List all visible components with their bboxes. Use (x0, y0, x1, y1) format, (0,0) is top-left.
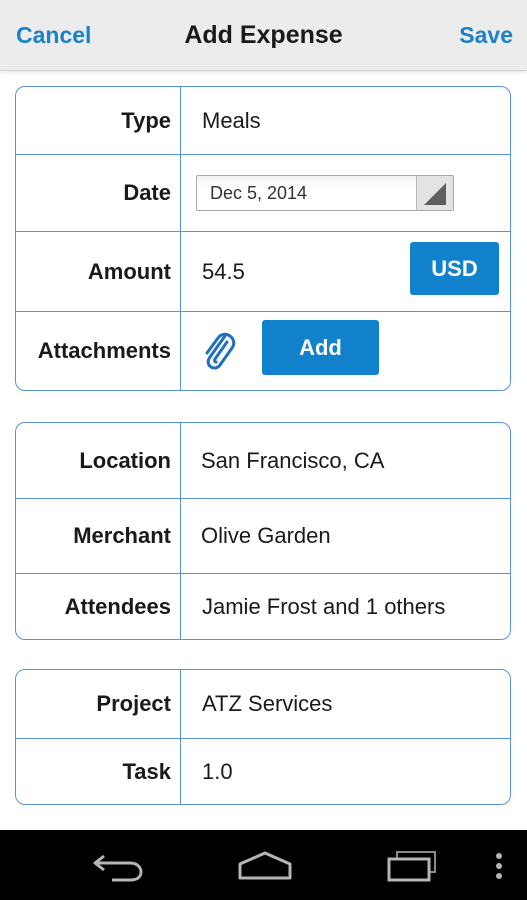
attachments-row: Attachments Add (16, 311, 510, 390)
date-picker[interactable]: Dec 5, 2014 (196, 175, 454, 211)
date-label: Date (16, 155, 181, 231)
date-value: Dec 5, 2014 (210, 182, 308, 203)
merchant-row[interactable]: Merchant Olive Garden (16, 498, 510, 573)
project-row[interactable]: Project ATZ Services (16, 670, 510, 738)
location-details-card: Location San Francisco, CA Merchant Oliv… (15, 422, 511, 640)
project-value[interactable]: ATZ Services (181, 670, 510, 738)
amount-row: Amount 54.5 USD (16, 231, 510, 311)
amount-label: Amount (16, 232, 181, 311)
dropdown-caret-icon (424, 183, 446, 205)
attendees-row[interactable]: Attendees Jamie Frost and 1 others (16, 573, 510, 639)
expense-details-card: Type Meals Date Dec 5, 2014 Amount 54.5 … (15, 86, 511, 391)
recent-apps-icon[interactable] (385, 849, 439, 888)
location-value[interactable]: San Francisco, CA (181, 423, 510, 498)
currency-button[interactable]: USD (410, 242, 499, 295)
location-row[interactable]: Location San Francisco, CA (16, 423, 510, 498)
task-row[interactable]: Task 1.0 (16, 738, 510, 804)
project-details-card: Project ATZ Services Task 1.0 (15, 669, 511, 805)
type-row[interactable]: Type Meals (16, 87, 510, 154)
location-label: Location (16, 423, 181, 498)
add-attachment-button[interactable]: Add (262, 320, 379, 375)
date-value-cell: Dec 5, 2014 (181, 155, 510, 231)
project-label: Project (16, 670, 181, 738)
merchant-value[interactable]: Olive Garden (181, 499, 510, 573)
home-icon[interactable] (236, 850, 294, 887)
attachments-value-cell: Add (181, 312, 510, 390)
page-title: Add Expense (184, 21, 343, 49)
paperclip-icon[interactable] (198, 326, 238, 378)
system-navigation-bar (0, 830, 527, 900)
dropdown-caret (416, 176, 453, 210)
attendees-label: Attendees (16, 574, 181, 639)
type-value[interactable]: Meals (181, 87, 510, 154)
task-value[interactable]: 1.0 (181, 739, 510, 804)
type-label: Type (16, 87, 181, 154)
amount-value-cell: 54.5 USD (181, 232, 510, 311)
task-label: Task (16, 739, 181, 804)
amount-value[interactable]: 54.5 (202, 259, 245, 285)
action-bar: Cancel Add Expense Save (0, 0, 527, 71)
overflow-menu-icon[interactable] (494, 852, 504, 887)
save-button[interactable]: Save (459, 22, 513, 49)
back-icon[interactable] (92, 852, 144, 887)
attachments-label: Attachments (16, 312, 181, 390)
attendees-value[interactable]: Jamie Frost and 1 others (181, 574, 510, 639)
merchant-label: Merchant (16, 499, 181, 573)
date-row: Date Dec 5, 2014 (16, 154, 510, 231)
